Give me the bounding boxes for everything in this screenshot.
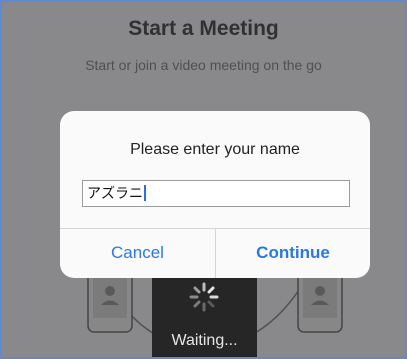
dialog-title: Please enter your name	[130, 141, 300, 158]
name-input-value: アズラニ	[87, 186, 143, 202]
text-caret	[144, 185, 146, 201]
continue-button[interactable]: Continue	[216, 228, 370, 278]
name-dialog: Please enter your name アズラニ Cancel Conti…	[60, 111, 370, 278]
screen-frame: Start a Meeting Start or join a video me…	[0, 0, 407, 359]
spinner-icon	[189, 282, 219, 312]
waiting-label: Waiting...	[171, 332, 238, 349]
name-input[interactable]: アズラニ	[82, 180, 350, 207]
cancel-button[interactable]: Cancel	[60, 228, 215, 278]
